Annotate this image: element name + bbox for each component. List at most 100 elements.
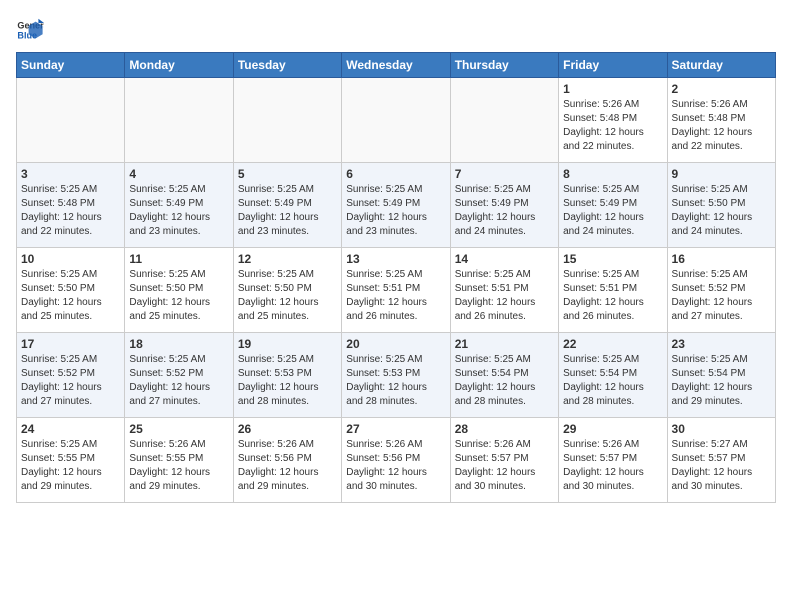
day-number: 25 — [129, 422, 228, 436]
day-number: 4 — [129, 167, 228, 181]
day-info: Sunrise: 5:25 AM Sunset: 5:50 PM Dayligh… — [21, 268, 120, 324]
day-info: Sunrise: 5:27 AM Sunset: 5:57 PM Dayligh… — [672, 438, 771, 494]
calendar-cell: 7 Sunrise: 5:25 AM Sunset: 5:49 PM Daylig… — [450, 163, 558, 248]
day-number: 22 — [563, 337, 662, 351]
calendar-cell: 15 Sunrise: 5:25 AM Sunset: 5:51 PM Dayli… — [559, 248, 667, 333]
calendar-cell: 28 Sunrise: 5:26 AM Sunset: 5:57 PM Dayli… — [450, 418, 558, 503]
day-info: Sunrise: 5:26 AM Sunset: 5:48 PM Dayligh… — [563, 98, 662, 154]
header: General Blue — [16, 16, 776, 44]
calendar-cell: 30 Sunrise: 5:27 AM Sunset: 5:57 PM Dayli… — [667, 418, 775, 503]
calendar-header: SundayMondayTuesdayWednesdayThursdayFrid… — [17, 53, 776, 78]
day-number: 19 — [238, 337, 337, 351]
calendar-cell — [125, 78, 233, 163]
weekday-header-monday: Monday — [125, 53, 233, 78]
day-info: Sunrise: 5:25 AM Sunset: 5:53 PM Dayligh… — [238, 353, 337, 409]
calendar-cell: 2Sunrise: 5:26 AM Sunset: 5:48 PM Daylig… — [667, 78, 775, 163]
day-number: 28 — [455, 422, 554, 436]
calendar-cell: 24 Sunrise: 5:25 AM Sunset: 5:55 PM Dayli… — [17, 418, 125, 503]
day-number: 10 — [21, 252, 120, 266]
calendar-cell — [17, 78, 125, 163]
calendar-cell: 5Sunrise: 5:25 AM Sunset: 5:49 PM Daylig… — [233, 163, 341, 248]
day-number: 27 — [346, 422, 445, 436]
logo: General Blue — [16, 16, 48, 44]
calendar-cell: 19 Sunrise: 5:25 AM Sunset: 5:53 PM Dayli… — [233, 333, 341, 418]
day-info: Sunrise: 5:26 AM Sunset: 5:56 PM Dayligh… — [238, 438, 337, 494]
day-info: Sunrise: 5:25 AM Sunset: 5:54 PM Dayligh… — [672, 353, 771, 409]
day-number: 14 — [455, 252, 554, 266]
day-info: Sunrise: 5:25 AM Sunset: 5:51 PM Dayligh… — [455, 268, 554, 324]
day-number: 3 — [21, 167, 120, 181]
day-info: Sunrise: 5:25 AM Sunset: 5:49 PM Dayligh… — [129, 183, 228, 239]
day-number: 24 — [21, 422, 120, 436]
calendar-cell: 13 Sunrise: 5:25 AM Sunset: 5:51 PM Dayli… — [342, 248, 450, 333]
weekday-header-friday: Friday — [559, 53, 667, 78]
day-number: 12 — [238, 252, 337, 266]
day-number: 6 — [346, 167, 445, 181]
day-number: 2 — [672, 82, 771, 96]
day-info: Sunrise: 5:25 AM Sunset: 5:49 PM Dayligh… — [238, 183, 337, 239]
calendar-cell — [450, 78, 558, 163]
day-info: Sunrise: 5:25 AM Sunset: 5:52 PM Dayligh… — [672, 268, 771, 324]
calendar-cell: 3 Sunrise: 5:25 AM Sunset: 5:48 PM Daylig… — [17, 163, 125, 248]
day-number: 23 — [672, 337, 771, 351]
day-info: Sunrise: 5:25 AM Sunset: 5:50 PM Dayligh… — [672, 183, 771, 239]
day-info: Sunrise: 5:25 AM Sunset: 5:51 PM Dayligh… — [563, 268, 662, 324]
calendar-cell: 11 Sunrise: 5:25 AM Sunset: 5:50 PM Dayli… — [125, 248, 233, 333]
weekday-header-saturday: Saturday — [667, 53, 775, 78]
calendar-cell: 18Sunrise: 5:25 AM Sunset: 5:52 PM Dayli… — [125, 333, 233, 418]
calendar-cell — [233, 78, 341, 163]
day-info: Sunrise: 5:26 AM Sunset: 5:55 PM Dayligh… — [129, 438, 228, 494]
calendar-cell: 4 Sunrise: 5:25 AM Sunset: 5:49 PM Daylig… — [125, 163, 233, 248]
day-number: 13 — [346, 252, 445, 266]
calendar-cell: 12Sunrise: 5:25 AM Sunset: 5:50 PM Dayli… — [233, 248, 341, 333]
day-number: 17 — [21, 337, 120, 351]
calendar-cell — [342, 78, 450, 163]
day-number: 9 — [672, 167, 771, 181]
day-number: 21 — [455, 337, 554, 351]
calendar-cell: 27 Sunrise: 5:26 AM Sunset: 5:56 PM Dayli… — [342, 418, 450, 503]
day-number: 30 — [672, 422, 771, 436]
calendar-cell: 25 Sunrise: 5:26 AM Sunset: 5:55 PM Dayli… — [125, 418, 233, 503]
day-number: 15 — [563, 252, 662, 266]
day-info: Sunrise: 5:26 AM Sunset: 5:57 PM Dayligh… — [455, 438, 554, 494]
calendar-cell: 10 Sunrise: 5:25 AM Sunset: 5:50 PM Dayli… — [17, 248, 125, 333]
calendar-cell: 8Sunrise: 5:25 AM Sunset: 5:49 PM Daylig… — [559, 163, 667, 248]
weekday-header-wednesday: Wednesday — [342, 53, 450, 78]
calendar-cell: 26 Sunrise: 5:26 AM Sunset: 5:56 PM Dayli… — [233, 418, 341, 503]
calendar-cell: 6 Sunrise: 5:25 AM Sunset: 5:49 PM Daylig… — [342, 163, 450, 248]
day-number: 1 — [563, 82, 662, 96]
day-number: 7 — [455, 167, 554, 181]
day-info: Sunrise: 5:25 AM Sunset: 5:50 PM Dayligh… — [129, 268, 228, 324]
day-info: Sunrise: 5:26 AM Sunset: 5:57 PM Dayligh… — [563, 438, 662, 494]
day-number: 16 — [672, 252, 771, 266]
weekday-header-sunday: Sunday — [17, 53, 125, 78]
calendar-table: SundayMondayTuesdayWednesdayThursdayFrid… — [16, 52, 776, 503]
calendar-cell: 17 Sunrise: 5:25 AM Sunset: 5:52 PM Dayli… — [17, 333, 125, 418]
weekday-header-thursday: Thursday — [450, 53, 558, 78]
calendar-cell: 9 Sunrise: 5:25 AM Sunset: 5:50 PM Daylig… — [667, 163, 775, 248]
day-number: 11 — [129, 252, 228, 266]
day-number: 29 — [563, 422, 662, 436]
day-info: Sunrise: 5:25 AM Sunset: 5:49 PM Dayligh… — [563, 183, 662, 239]
day-number: 26 — [238, 422, 337, 436]
calendar-cell: 29 Sunrise: 5:26 AM Sunset: 5:57 PM Dayli… — [559, 418, 667, 503]
day-number: 18 — [129, 337, 228, 351]
day-info: Sunrise: 5:25 AM Sunset: 5:54 PM Dayligh… — [563, 353, 662, 409]
day-info: Sunrise: 5:25 AM Sunset: 5:49 PM Dayligh… — [455, 183, 554, 239]
day-info: Sunrise: 5:25 AM Sunset: 5:49 PM Dayligh… — [346, 183, 445, 239]
day-info: Sunrise: 5:25 AM Sunset: 5:51 PM Dayligh… — [346, 268, 445, 324]
day-info: Sunrise: 5:25 AM Sunset: 5:55 PM Dayligh… — [21, 438, 120, 494]
calendar-cell: 23 Sunrise: 5:25 AM Sunset: 5:54 PM Dayli… — [667, 333, 775, 418]
calendar-cell: 21Sunrise: 5:25 AM Sunset: 5:54 PM Dayli… — [450, 333, 558, 418]
day-info: Sunrise: 5:25 AM Sunset: 5:53 PM Dayligh… — [346, 353, 445, 409]
calendar-cell: 1 Sunrise: 5:26 AM Sunset: 5:48 PM Daylig… — [559, 78, 667, 163]
logo-icon: General Blue — [16, 16, 44, 44]
calendar-cell: 20Sunrise: 5:25 AM Sunset: 5:53 PM Dayli… — [342, 333, 450, 418]
calendar-cell: 22 Sunrise: 5:25 AM Sunset: 5:54 PM Dayli… — [559, 333, 667, 418]
day-info: Sunrise: 5:25 AM Sunset: 5:48 PM Dayligh… — [21, 183, 120, 239]
calendar-cell: 14 Sunrise: 5:25 AM Sunset: 5:51 PM Dayli… — [450, 248, 558, 333]
day-info: Sunrise: 5:26 AM Sunset: 5:56 PM Dayligh… — [346, 438, 445, 494]
day-info: Sunrise: 5:25 AM Sunset: 5:52 PM Dayligh… — [21, 353, 120, 409]
calendar-cell: 16 Sunrise: 5:25 AM Sunset: 5:52 PM Dayli… — [667, 248, 775, 333]
weekday-header-tuesday: Tuesday — [233, 53, 341, 78]
